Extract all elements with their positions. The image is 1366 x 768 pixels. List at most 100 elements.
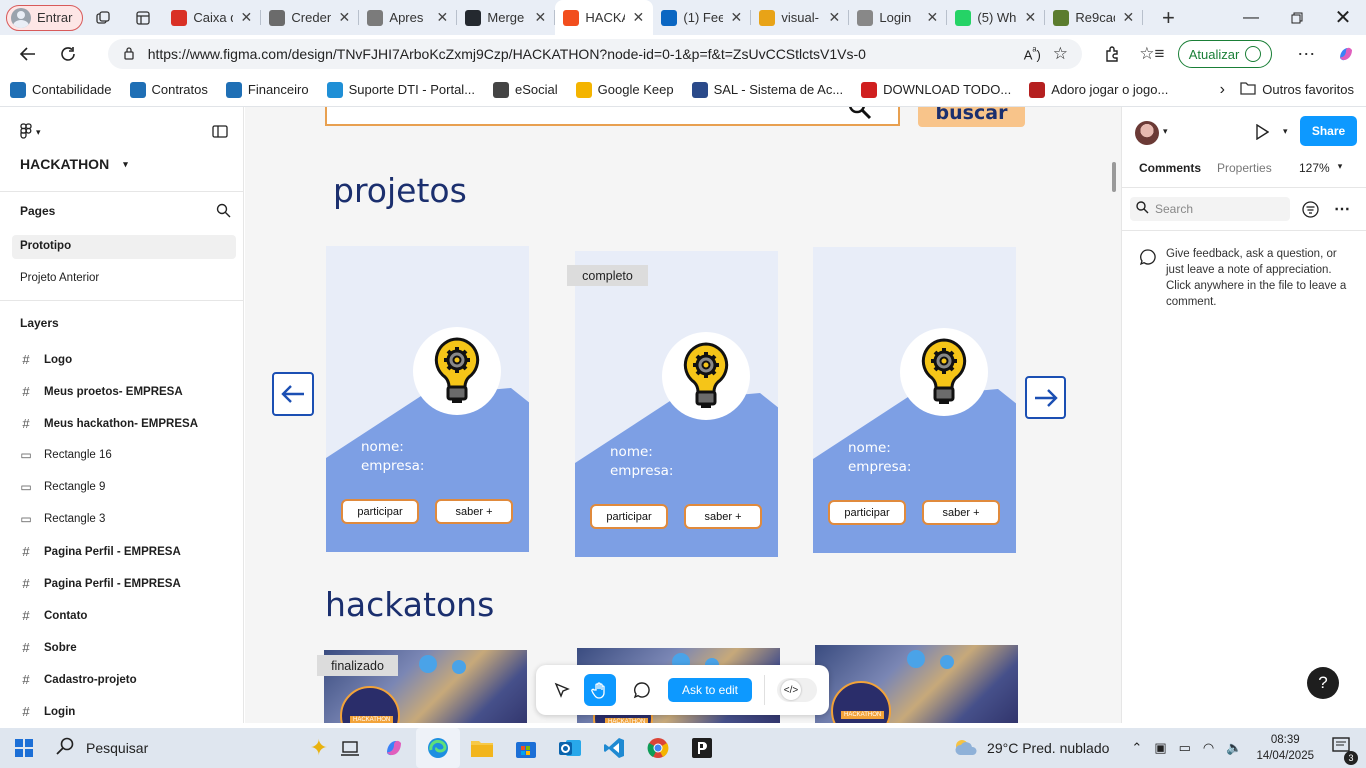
user-avatar[interactable] [1135, 121, 1159, 145]
workspaces-icon[interactable] [83, 0, 123, 35]
close-tab-icon[interactable]: ✕ [925, 9, 939, 26]
close-tab-icon[interactable]: ✕ [239, 9, 253, 26]
favorite-star-icon[interactable]: ☆ [1053, 44, 1068, 64]
present-icon[interactable] [1255, 123, 1270, 143]
layer-item[interactable]: # Pagina Perfil - EMPRESA [20, 544, 180, 559]
layer-item[interactable]: # Meus hackathon- EMPRESA [20, 416, 198, 431]
figma-canvas[interactable]: buscar projetos nome: empresa: participar s… [245, 107, 1121, 723]
chevron-down-icon[interactable]: ▾ [1283, 126, 1288, 137]
clock[interactable]: 08:39 14/04/2025 [1256, 732, 1314, 764]
browser-tab[interactable]: Caixa d ✕ [163, 0, 262, 35]
browser-tab[interactable]: (5) Wh ✕ [947, 0, 1046, 35]
ask-to-edit-button[interactable]: Ask to edit [667, 678, 753, 702]
browser-tab[interactable]: (1) Fee ✕ [653, 0, 752, 35]
new-tab-icon[interactable]: + [1143, 0, 1193, 35]
bookmarks-overflow-icon[interactable]: › [1204, 81, 1240, 99]
close-tab-icon[interactable]: ✕ [1023, 9, 1037, 26]
canvas-scrollbar[interactable] [1112, 162, 1116, 192]
layer-item[interactable]: # Pagina Perfil - EMPRESA [20, 576, 180, 591]
tab-comments[interactable]: Comments [1139, 161, 1201, 175]
layer-item[interactable]: # Cadastro-projeto [20, 672, 136, 687]
layer-item[interactable]: # Login [20, 704, 75, 719]
close-tab-icon[interactable]: ✕ [1121, 9, 1135, 26]
bookmark-item[interactable]: Suporte DTI - Portal... [326, 81, 475, 98]
close-tab-icon[interactable]: ✕ [631, 9, 645, 26]
page-item-prototipo[interactable]: Prototipo [20, 240, 71, 252]
edge-browser-icon[interactable] [416, 728, 460, 768]
battery-icon[interactable]: ▭ [1179, 740, 1191, 756]
move-tool-icon[interactable] [548, 681, 576, 699]
wifi-icon[interactable]: ◠ [1203, 740, 1214, 756]
comment-tool-icon[interactable] [628, 681, 656, 699]
search-icon[interactable] [216, 203, 231, 221]
browser-tab[interactable]: visual- ✕ [751, 0, 850, 35]
profile-button[interactable]: Entrar [6, 4, 84, 31]
favorites-icon[interactable]: ☆≡ [1132, 37, 1172, 71]
copilot-icon[interactable] [1326, 37, 1366, 71]
update-button[interactable]: Atualizar [1177, 40, 1273, 68]
address-bar[interactable]: https://www.figma.com/design/TNvFJHI7Arb… [107, 39, 1083, 69]
close-tab-icon[interactable]: ✕ [827, 9, 841, 26]
chevron-up-icon[interactable]: ⌃ [1131, 740, 1142, 756]
microsoft-store-icon[interactable] [504, 728, 548, 768]
bookmark-item[interactable]: Contabilidade [10, 81, 112, 98]
filter-icon[interactable] [1302, 201, 1319, 221]
task-view-icon[interactable] [328, 728, 372, 768]
vscode-icon[interactable] [592, 728, 636, 768]
figma-menu-button[interactable]: ▾ [20, 123, 41, 142]
help-button[interactable]: ? [1307, 667, 1339, 699]
extensions-icon[interactable] [1092, 37, 1132, 71]
bookmark-item[interactable]: SAL - Sistema de Ac... [691, 81, 843, 98]
minimize-icon[interactable]: — [1228, 0, 1274, 35]
close-tab-icon[interactable]: ✕ [533, 9, 547, 26]
file-explorer-icon[interactable] [460, 728, 504, 768]
page-item-projeto-anterior[interactable]: Projeto Anterior [20, 272, 99, 284]
layer-item[interactable]: # Contato [20, 608, 87, 623]
close-tab-icon[interactable]: ✕ [435, 9, 449, 26]
bookmark-item[interactable]: Google Keep [575, 81, 674, 98]
pdf-app-icon[interactable] [680, 728, 724, 768]
more-options-icon[interactable]: ⋯ [1286, 37, 1326, 71]
notifications-icon[interactable]: 3 [1332, 736, 1358, 765]
tab-actions-icon[interactable] [123, 0, 163, 35]
file-name-menu[interactable]: HACKATHON ▾ [20, 156, 128, 172]
read-aloud-icon[interactable]: Aᵃ) [1024, 45, 1041, 62]
chrome-icon[interactable] [636, 728, 680, 768]
layer-item[interactable]: # Meus proetos- EMPRESA [20, 384, 182, 399]
close-tab-icon[interactable]: ✕ [337, 9, 351, 26]
dev-mode-icon[interactable]: </> [777, 678, 817, 702]
browser-tab[interactable]: Login ✕ [849, 0, 948, 35]
bookmark-item[interactable]: Financeiro [225, 81, 309, 98]
restore-icon[interactable] [1274, 0, 1320, 35]
copilot-app-icon[interactable] [372, 728, 416, 768]
other-favorites[interactable]: Outros favoritos [1240, 81, 1354, 98]
back-icon[interactable] [8, 37, 48, 71]
more-options-icon[interactable]: ⋯ [1334, 199, 1350, 219]
bookmark-item[interactable]: Adoro jogar o jogo... [1029, 81, 1168, 98]
bookmark-item[interactable]: Contratos [129, 81, 208, 98]
meet-now-icon[interactable]: ▣ [1154, 740, 1166, 756]
tab-properties[interactable]: Properties [1217, 161, 1272, 175]
outlook-icon[interactable] [548, 728, 592, 768]
browser-tab[interactable]: HACKA ✕ [555, 0, 654, 35]
chevron-down-icon[interactable]: ▾ [1163, 126, 1168, 137]
bookmark-item[interactable]: DOWNLOAD TODO... [861, 81, 1011, 98]
reload-icon[interactable] [48, 37, 88, 71]
share-button[interactable]: Share [1300, 116, 1357, 146]
zoom-menu[interactable]: 127% ▾ [1299, 161, 1342, 175]
close-tab-icon[interactable]: ✕ [729, 9, 743, 26]
comments-search-input[interactable]: Search [1130, 197, 1290, 221]
weather-widget[interactable]: 29°C Pred. nublado [953, 738, 1109, 759]
browser-tab[interactable]: Apres ✕ [359, 0, 458, 35]
close-window-icon[interactable]: ✕ [1320, 0, 1366, 35]
hand-tool-icon[interactable] [584, 674, 616, 706]
volume-icon[interactable]: 🔈 [1226, 740, 1242, 756]
site-info-icon[interactable] [122, 46, 136, 63]
layer-item[interactable]: ▭ Rectangle 16 [20, 448, 111, 462]
browser-tab[interactable]: Creden ✕ [261, 0, 360, 35]
bookmark-item[interactable]: eSocial [493, 81, 558, 98]
layer-item[interactable]: # Sobre [20, 640, 76, 655]
taskbar-search[interactable]: Pesquisar ✦ [48, 728, 328, 768]
sidebar-toggle-icon[interactable] [212, 125, 228, 141]
windows-start-icon[interactable] [0, 728, 48, 768]
